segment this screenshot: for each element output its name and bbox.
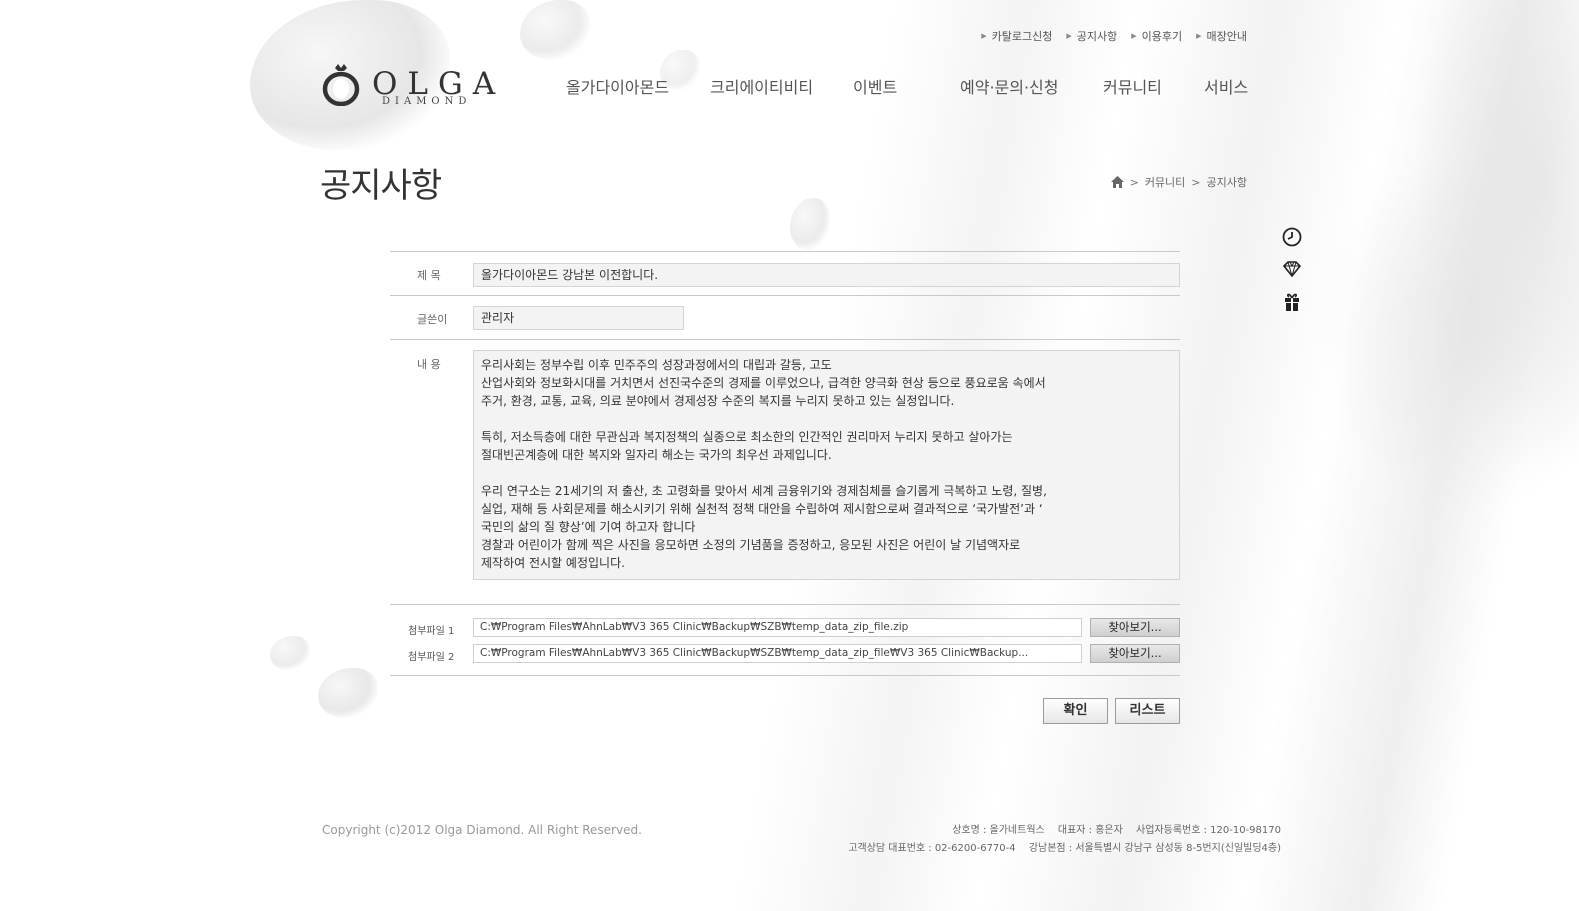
nav-item-reservation[interactable]: 예약·문의·신청 [960,74,1059,98]
form-actions: 확인 리스트 [1043,698,1180,724]
company-ceo: 대표자 : 홍은자 [1057,825,1123,836]
company-name: 상호명 : 올가네트웍스 [952,825,1045,836]
nav-item-creativity[interactable]: 크리에이티비티 [710,74,813,98]
flower-petal-decoration [790,198,830,250]
company-phone: 고객상담 대표번호 : 02-6200-6770-4 [848,843,1016,854]
triangle-icon: ▶ [1131,32,1137,40]
main-nav: 올가다이아몬드 크리에이티비티 이벤트 예약·문의·신청 커뮤니티 서비스 [566,74,1250,98]
utility-nav: ▶ 카탈로그신청 ▶ 공지사항 ▶ 이용후기 ▶ 매장안내 [981,28,1247,44]
logo-subtitle: DIAMOND [382,96,472,107]
util-link-notice[interactable]: ▶ 공지사항 [1066,28,1117,44]
attachment-2: 첨부파일 2 C:₩Program Files₩AhnLab₩V3 365 Cl… [390,644,1180,664]
olga-diamond-logo[interactable]: OLGA DIAMOND [322,62,495,110]
gift-icon[interactable] [1280,290,1304,312]
company-biz-number: 사업자등록번호 : 120-10-98170 [1136,825,1281,836]
quick-menu [1280,226,1304,322]
content-line: 제작하여 전시할 예정입니다. [481,556,625,570]
chevron-right-icon: > [1129,175,1139,189]
chevron-right-icon: > [1191,175,1201,189]
triangle-icon: ▶ [1066,32,1072,40]
clock-icon[interactable] [1280,226,1304,248]
nav-item-community[interactable]: 커뮤니티 [1103,74,1162,98]
triangle-icon: ▶ [1196,32,1202,40]
writer-field[interactable]: 관리자 [473,306,684,330]
subject-label: 제 목 [417,269,441,282]
nav-item-olga-diamond[interactable]: 올가다이아몬드 [566,74,669,98]
content-line: 특히, 저소득층에 대한 무관심과 복지정책의 실종으로 최소한의 인간적인 권… [481,430,1013,444]
subject-row: 제 목 올가다이아몬드 강남본 이전합니다. [390,251,1180,295]
attachment-1: 첨부파일 1 C:₩Program Files₩AhnLab₩V3 365 Cl… [390,618,1180,638]
util-link-catalog[interactable]: ▶ 카탈로그신청 [981,28,1052,44]
diamond-icon[interactable] [1280,258,1304,280]
list-button[interactable]: 리스트 [1115,698,1180,724]
attachments-row: 첨부파일 1 C:₩Program Files₩AhnLab₩V3 365 Cl… [390,604,1180,675]
subject-field[interactable]: 올가다이아몬드 강남본 이전합니다. [473,263,1180,287]
flower-petal-decoration [520,0,590,60]
breadcrumb-community[interactable]: 커뮤니티 [1145,174,1185,190]
flower-petal-decoration [270,636,310,670]
breadcrumb-notice[interactable]: 공지사항 [1207,174,1247,190]
content-label: 내 용 [417,358,441,371]
form-bottom-divider [390,675,1180,676]
attachment-2-browse-button[interactable]: 찾아보기... [1090,644,1180,663]
triangle-icon: ▶ [981,32,987,40]
content-textarea[interactable]: 우리사회는 정부수립 이후 민주주의 성장과정에서의 대립과 갈등, 고도산업사… [473,350,1180,580]
nav-item-service[interactable]: 서비스 [1204,74,1248,98]
content-line [481,464,1172,482]
flower-petal-decoration [318,668,378,718]
util-link-label: 매장안내 [1206,30,1247,43]
attachment-2-input[interactable]: C:₩Program Files₩AhnLab₩V3 365 Clinic₩Ba… [473,644,1082,663]
confirm-button[interactable]: 확인 [1043,698,1108,724]
util-link-reviews[interactable]: ▶ 이용후기 [1131,28,1182,44]
copyright-text: Copyright (c)2012 Olga Diamond. All Righ… [322,823,642,837]
content-line: 산업사회와 정보화시대를 거치면서 선진국수준의 경제를 이루었으나, 급격한 … [481,376,1046,390]
company-address: 강남본점 : 서울특별시 강남구 삼성동 8-5번지(신일빌딩4층) [1028,843,1281,854]
attachment-1-browse-button[interactable]: 찾아보기... [1090,618,1180,637]
notice-view-form: 제 목 올가다이아몬드 강남본 이전합니다. 글쓴이 관리자 내 용 우리사회는… [390,251,1180,676]
writer-label: 글쓴이 [417,313,448,326]
attachment-1-label: 첨부파일 1 [408,626,455,637]
content-line: 우리사회는 정부수립 이후 민주주의 성장과정에서의 대립과 갈등, 고도 [481,358,832,372]
company-info: 상호명 : 올가네트웍스 대표자 : 홍은자 사업자등록번호 : 120-10-… [838,822,1281,858]
home-icon[interactable] [1110,176,1124,188]
content-line: 실업, 재해 등 사회문제를 해소시키기 위해 실천적 정책 대안을 수립하여 … [481,502,1043,516]
content-line: 경찰과 어린이가 함께 찍은 사진을 응모하면 소정의 기념품을 증정하고, 응… [481,538,1021,552]
breadcrumb: > 커뮤니티 > 공지사항 [1110,174,1247,190]
content-line: 우리 연구소는 21세기의 저 출산, 초 고령화를 맞아서 세계 금융위기와 … [481,484,1047,498]
nav-item-event[interactable]: 이벤트 [853,74,897,98]
content-line: 절대빈곤계층에 대한 복지와 일자리 해소는 국가의 최우선 과제입니다. [481,448,832,462]
util-link-stores[interactable]: ▶ 매장안내 [1196,28,1247,44]
content-line [481,410,1172,428]
writer-row: 글쓴이 관리자 [390,295,1180,339]
logo-mark-icon [322,64,360,106]
content-line: 주거, 환경, 교통, 교육, 의료 분야에서 경제성장 수준의 복지를 누리지… [481,394,955,408]
attachment-1-input[interactable]: C:₩Program Files₩AhnLab₩V3 365 Clinic₩Ba… [473,618,1082,637]
content-row: 내 용 우리사회는 정부수립 이후 민주주의 성장과정에서의 대립과 갈등, 고… [390,339,1180,604]
attachment-2-label: 첨부파일 2 [408,652,455,663]
util-link-label: 공지사항 [1076,30,1118,43]
content-line: 국민의 삶의 질 향상’에 기여 하고자 합니다 [481,520,696,534]
util-link-label: 이용후기 [1141,30,1183,43]
util-link-label: 카탈로그신청 [991,30,1053,43]
page-title: 공지사항 [320,166,442,206]
